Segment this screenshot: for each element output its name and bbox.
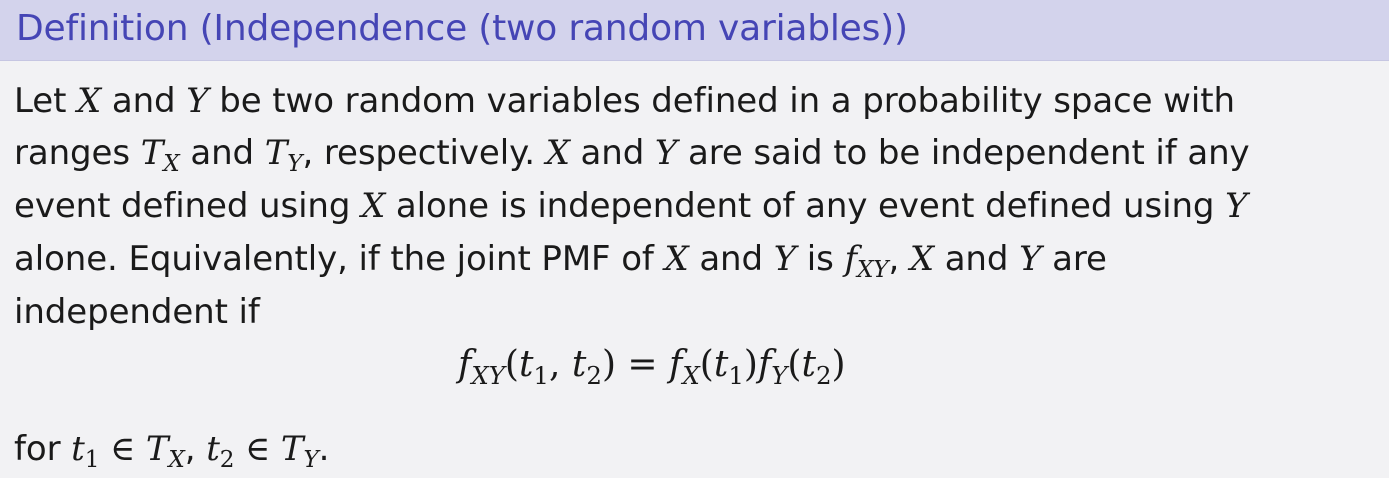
- text-fragment: alone. Equivalently, if the joint PMF of: [14, 239, 665, 279]
- math-equals: =: [615, 344, 670, 385]
- body-line-4: alone. Equivalently, if the joint PMF of…: [14, 237, 1107, 285]
- math-Y: Y: [1225, 186, 1248, 226]
- math-sub-Y: Y: [771, 360, 788, 390]
- text-fragment: and: [933, 239, 1020, 279]
- math-t: t: [71, 429, 85, 469]
- text-fragment: are: [1041, 239, 1107, 279]
- math-sub-2: 2: [586, 360, 602, 390]
- text-fragment: Let: [14, 81, 78, 121]
- text-fragment: ranges: [14, 133, 141, 173]
- math-comma: ,: [549, 344, 572, 385]
- math-sub-1: 1: [533, 360, 549, 390]
- block-body: Let X and Y be two random variables defi…: [0, 61, 1389, 478]
- math-sub-XY: XY: [856, 257, 889, 284]
- math-t: t: [518, 344, 534, 385]
- math-T: T: [280, 429, 304, 469]
- math-t: t: [801, 344, 816, 385]
- math-t: t: [713, 344, 729, 385]
- math-f: f: [757, 344, 772, 385]
- math-t: t: [206, 429, 220, 469]
- math-sub-Y: Y: [287, 151, 303, 178]
- text-fragment: and: [179, 133, 265, 173]
- body-line-1: Let X and Y be two random variables defi…: [14, 79, 1235, 123]
- math-paren: ): [601, 344, 616, 385]
- math-T: T: [264, 133, 288, 173]
- math-Y: Y: [654, 133, 678, 173]
- body-line-6: for t1 ∈ TX, t2 ∈ TY.: [14, 427, 329, 475]
- text-fragment: , respectively.: [302, 133, 546, 173]
- math-t: t: [571, 344, 587, 385]
- body-line-2: ranges TX and TY, respectively. X and Y …: [14, 131, 1250, 179]
- body-line-3: event defined using X alone is independe…: [14, 184, 1248, 228]
- math-T: T: [145, 429, 169, 469]
- math-paren: (: [699, 344, 714, 385]
- text-fragment: and: [688, 239, 774, 279]
- math-sub-2: 2: [815, 360, 832, 390]
- math-paren: (: [504, 344, 519, 385]
- text-fragment: for: [14, 429, 72, 469]
- math-T: T: [140, 133, 164, 173]
- block-title: Definition (Independence (two random var…: [16, 8, 908, 49]
- math-sub-Y: Y: [303, 447, 319, 474]
- text-fragment: alone is independent of any event define…: [385, 186, 1226, 226]
- math-X: X: [545, 133, 570, 173]
- math-f: f: [669, 344, 683, 385]
- text-fragment: and: [569, 133, 655, 173]
- math-X: X: [361, 186, 386, 226]
- math-element-of: ∈: [99, 429, 146, 469]
- math-X: X: [664, 239, 689, 279]
- text-fragment: event defined using: [14, 186, 362, 226]
- text-fragment: be two random variables defined in a pro…: [208, 81, 1235, 121]
- math-f: f: [844, 239, 857, 279]
- math-Y: Y: [1019, 239, 1042, 279]
- text-fragment: is: [796, 239, 845, 279]
- text-fragment: .: [318, 429, 330, 469]
- text-fragment: are said to be independent if any: [677, 133, 1250, 173]
- math-sub-XY: XY: [471, 360, 505, 390]
- math-X: X: [77, 81, 102, 121]
- block-title-bar: Definition (Independence (two random var…: [0, 0, 1389, 61]
- text-fragment: ,: [184, 429, 207, 469]
- math-sub-X: X: [168, 447, 185, 474]
- math-paren: (: [787, 344, 802, 385]
- text-fragment: independent if: [14, 292, 260, 332]
- definition-block: Definition (Independence (two random var…: [0, 0, 1389, 478]
- math-sub-2: 2: [219, 447, 235, 474]
- math-element-of: ∈: [234, 429, 281, 469]
- math-paren: ): [831, 344, 846, 385]
- math-Y: Y: [186, 81, 209, 121]
- text-fragment: ,: [888, 239, 910, 279]
- math-sub-X: X: [163, 151, 180, 178]
- math-paren: ): [743, 344, 758, 385]
- display-equation: fXY(t1, t2) = fX(t1)fY(t2): [458, 341, 846, 392]
- body-line-5: independent if: [14, 290, 260, 334]
- math-X: X: [909, 239, 934, 279]
- math-Y: Y: [773, 239, 797, 279]
- math-sub-1: 1: [84, 447, 100, 474]
- math-sub-X: X: [682, 360, 700, 390]
- text-fragment: and: [101, 81, 187, 121]
- math-sub-1: 1: [728, 360, 744, 390]
- math-f: f: [458, 344, 472, 385]
